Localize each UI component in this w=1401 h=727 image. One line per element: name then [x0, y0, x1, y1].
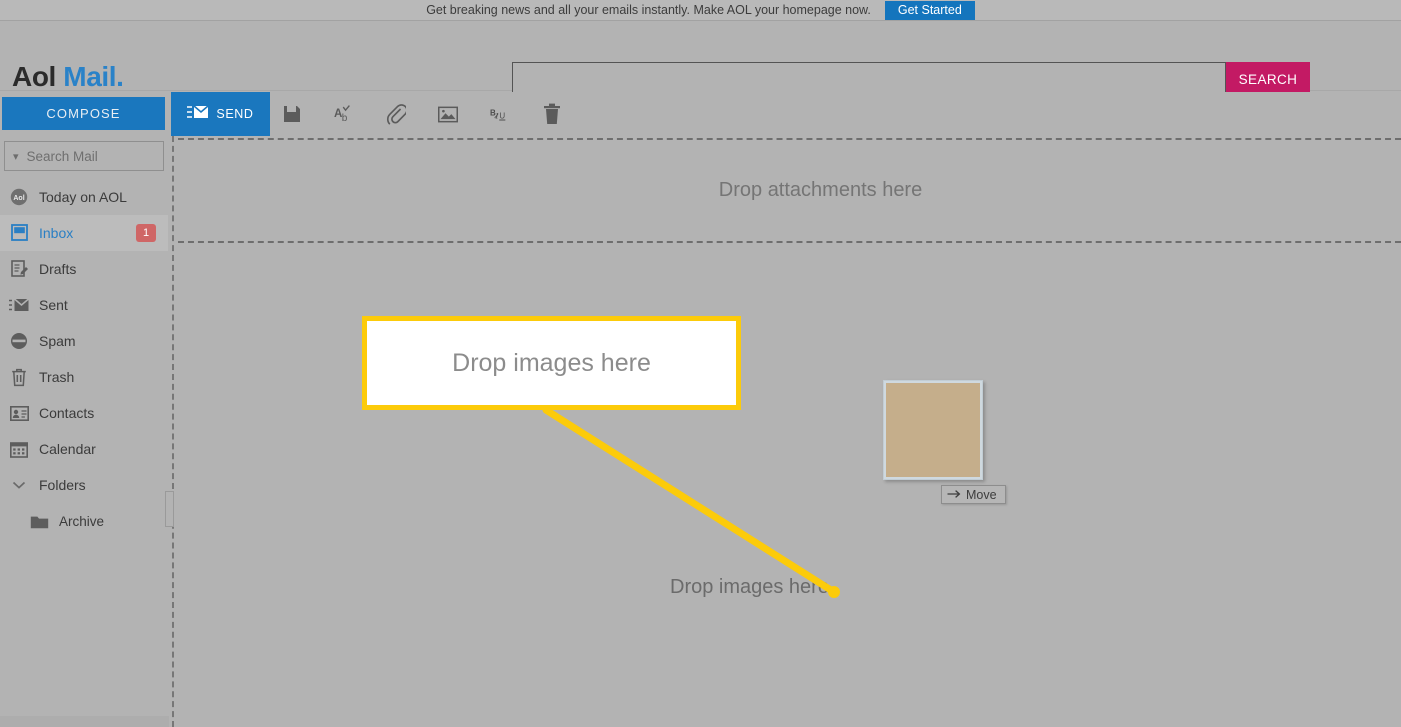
- attachments-dropzone-label: Drop attachments here: [718, 179, 923, 201]
- sidebar-item-spam[interactable]: Spam: [0, 323, 168, 359]
- aol-circle-icon: Aol: [8, 187, 30, 207]
- folder-icon: [28, 511, 50, 531]
- save-icon[interactable]: [276, 98, 308, 130]
- sidebar-bottom-strip: [0, 716, 169, 727]
- sidebar-item-label: Sent: [39, 297, 68, 313]
- spellcheck-icon[interactable]: A b: [328, 98, 360, 130]
- images-dropzone-label: Drop images here: [670, 576, 829, 598]
- logo-text-aol: Aol: [12, 61, 56, 92]
- chevron-down-icon: ▾: [13, 150, 19, 163]
- sidebar-item-sent[interactable]: Sent: [0, 287, 168, 323]
- search-button[interactable]: SEARCH: [1226, 62, 1310, 96]
- sidebar-item-inbox[interactable]: Inbox 1: [0, 215, 168, 251]
- svg-text:U: U: [499, 112, 505, 121]
- spam-icon: [8, 331, 30, 351]
- sidebar-item-label: Inbox: [39, 225, 74, 241]
- attachment-icon[interactable]: [380, 98, 412, 130]
- sidebar-item-contacts[interactable]: Contacts: [0, 395, 168, 431]
- promo-banner: Get breaking news and all your emails in…: [0, 0, 1401, 20]
- thumbnail-photo: [886, 383, 980, 477]
- get-started-button[interactable]: Get Started: [884, 0, 975, 20]
- annotation-callout: Drop images here: [362, 316, 741, 410]
- sidebar-item-label: Folders: [39, 477, 86, 493]
- sent-icon: [8, 295, 30, 315]
- svg-text:b: b: [342, 113, 348, 124]
- sidebar-item-folders[interactable]: Folders: [0, 467, 168, 503]
- move-arrow-icon: [947, 488, 961, 502]
- attachments-dropzone[interactable]: Drop attachments here: [178, 138, 1401, 243]
- sidebar-item-label: Spam: [39, 333, 76, 349]
- chevron-down-icon: [8, 475, 30, 495]
- global-search: SEARCH: [512, 62, 1310, 96]
- search-input[interactable]: [512, 62, 1226, 96]
- sidebar-item-label: Trash: [39, 369, 75, 385]
- promo-banner-text: Get breaking news and all your emails in…: [426, 3, 871, 17]
- compose-left-dashed-divider: [172, 136, 174, 727]
- aol-mail-logo[interactable]: Aol Mail.: [12, 61, 124, 93]
- annotation-callout-label: Drop images here: [452, 348, 651, 377]
- sidebar-item-calendar[interactable]: Calendar: [0, 431, 168, 467]
- move-tooltip-label: Move: [966, 487, 997, 502]
- send-envelope-icon: [187, 105, 209, 123]
- sidebar-scrollbar-thumb[interactable]: [165, 491, 174, 527]
- contacts-icon: [8, 403, 30, 423]
- sidebar-item-label: Today on AOL: [39, 189, 127, 205]
- sidebar-nav: Aol Today on AOL Inbox 1 Drafts Sent Spa…: [0, 179, 168, 539]
- aol-mail-compose-window: Get breaking news and all your emails in…: [0, 0, 1401, 727]
- move-tooltip: Move: [941, 485, 1006, 504]
- masthead: Aol Mail. SEARCH: [0, 20, 1401, 96]
- delete-icon[interactable]: [536, 98, 568, 130]
- sidebar: ▾ Aol Today on AOL: [0, 136, 222, 727]
- trash-icon: [8, 367, 30, 387]
- insert-image-icon[interactable]: [432, 98, 464, 130]
- sidebar-item-label: Drafts: [39, 261, 77, 277]
- sidebar-search[interactable]: ▾: [4, 141, 222, 171]
- sidebar-item-drafts[interactable]: Drafts: [0, 251, 168, 287]
- status-badge: 1: [136, 224, 156, 242]
- sidebar-item-today-on-aol[interactable]: Aol Today on AOL: [0, 179, 168, 215]
- sidebar-item-archive[interactable]: Archive: [0, 503, 168, 539]
- calendar-icon: [8, 439, 30, 459]
- dragged-image-thumbnail[interactable]: [883, 380, 983, 480]
- inbox-icon: [8, 223, 30, 243]
- send-button[interactable]: SEND: [171, 92, 270, 136]
- send-button-label: SEND: [216, 107, 254, 121]
- text-format-icon[interactable]: B I U: [484, 98, 516, 130]
- sidebar-item-label: Calendar: [39, 441, 96, 457]
- compose-button[interactable]: COMPOSE: [2, 97, 165, 130]
- sidebar-item-trash[interactable]: Trash: [0, 359, 168, 395]
- compose-toolbar: A b B I U: [276, 92, 568, 136]
- svg-text:Aol: Aol: [13, 195, 24, 202]
- drafts-icon: [8, 259, 30, 279]
- sidebar-item-label: Archive: [59, 513, 105, 529]
- sidebar-item-label: Contacts: [39, 405, 95, 421]
- logo-text-mail: Mail.: [63, 61, 124, 92]
